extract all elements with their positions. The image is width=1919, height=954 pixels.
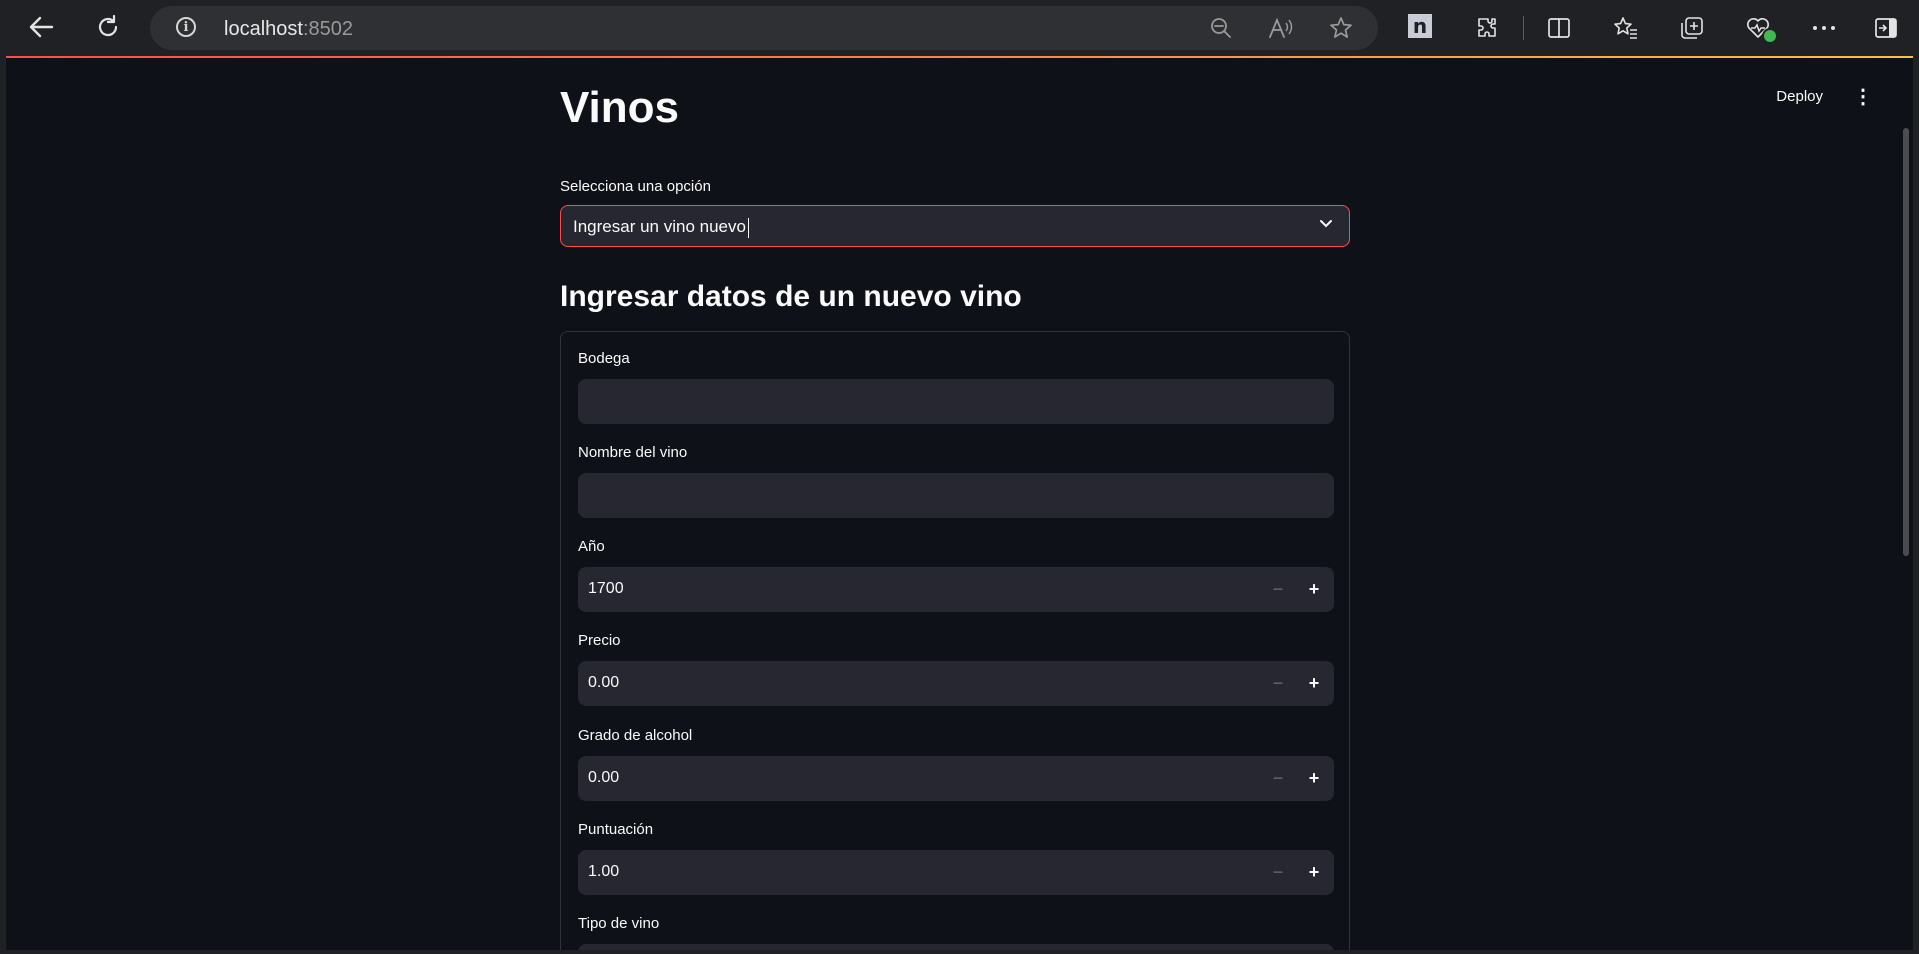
more-icon[interactable] xyxy=(1808,12,1840,44)
scrollbar-thumb[interactable] xyxy=(1903,128,1909,556)
precio-decrement-button[interactable]: − xyxy=(1266,671,1290,695)
app-header: Deploy ⋮ xyxy=(1776,84,1873,109)
alcohol-value[interactable]: 0.00 xyxy=(588,769,619,787)
section-title: Ingresar datos de un nuevo vino xyxy=(560,280,1022,313)
bodega-input[interactable] xyxy=(578,379,1334,424)
puntuacion-value[interactable]: 1.00 xyxy=(588,863,619,881)
page-title: Vinos xyxy=(560,83,680,132)
split-screen-icon[interactable] xyxy=(1543,12,1575,44)
browser-toolbar: i localhost:8502 n xyxy=(0,0,1919,56)
chevron-down-icon[interactable] xyxy=(1319,216,1333,234)
precio-input[interactable]: 0.00 − + xyxy=(578,661,1334,706)
url-text[interactable]: localhost:8502 xyxy=(224,18,353,41)
header-decoration xyxy=(6,56,1913,58)
precio-label: Precio xyxy=(578,632,621,649)
collections-icon[interactable] xyxy=(1676,12,1708,44)
puntuacion-input[interactable]: 1.00 − + xyxy=(578,850,1334,895)
main-menu-icon[interactable]: ⋮ xyxy=(1853,84,1873,109)
puntuacion-decrement-button[interactable]: − xyxy=(1266,860,1290,884)
alcohol-label: Grado de alcohol xyxy=(578,727,693,744)
toolbar-divider xyxy=(1523,16,1524,40)
precio-value[interactable]: 0.00 xyxy=(588,674,619,692)
anio-value[interactable]: 1700 xyxy=(588,580,624,598)
anio-input[interactable]: 1700 − + xyxy=(578,567,1334,612)
select-label: Selecciona una opción xyxy=(560,178,711,195)
nombre-label: Nombre del vino xyxy=(578,444,688,461)
alcohol-increment-button[interactable]: + xyxy=(1302,766,1326,790)
alcohol-decrement-button[interactable]: − xyxy=(1266,766,1290,790)
alcohol-input[interactable]: 0.00 − + xyxy=(578,756,1334,801)
anio-decrement-button[interactable]: − xyxy=(1266,577,1290,601)
select-value: Ingresar un vino nuevo xyxy=(573,217,746,236)
app-viewport: Deploy ⋮ Vinos Selecciona una opción Ing… xyxy=(6,56,1913,950)
puntuacion-label: Puntuación xyxy=(578,821,654,838)
extension-n-icon[interactable]: n xyxy=(1408,14,1432,38)
anio-increment-button[interactable]: + xyxy=(1302,577,1326,601)
text-cursor xyxy=(747,217,749,238)
reload-icon[interactable] xyxy=(91,10,125,44)
back-arrow-icon[interactable] xyxy=(24,10,58,44)
deploy-button[interactable]: Deploy xyxy=(1776,88,1823,105)
zoom-out-icon[interactable] xyxy=(1206,14,1236,42)
puntuacion-increment-button[interactable]: + xyxy=(1302,860,1326,884)
precio-increment-button[interactable]: + xyxy=(1302,671,1326,695)
favorite-star-icon[interactable] xyxy=(1326,14,1356,42)
nombre-input[interactable] xyxy=(578,473,1334,518)
site-info-icon[interactable]: i xyxy=(176,17,196,37)
anio-label: Año xyxy=(578,538,605,555)
favorites-icon[interactable] xyxy=(1610,12,1642,44)
address-bar[interactable]: i localhost:8502 xyxy=(150,6,1378,50)
sidebar-icon[interactable] xyxy=(1870,12,1902,44)
puzzle-icon[interactable] xyxy=(1471,12,1503,44)
read-aloud-icon[interactable] xyxy=(1266,14,1296,42)
status-check-badge xyxy=(1762,28,1778,44)
option-select[interactable]: Ingresar un vino nuevo xyxy=(560,205,1350,247)
tipo-select[interactable] xyxy=(578,944,1334,950)
scrollbar[interactable] xyxy=(1899,56,1913,950)
wine-form: Bodega Nombre del vino Año 1700 − + Prec… xyxy=(560,331,1350,950)
tipo-label: Tipo de vino xyxy=(578,915,660,932)
bodega-label: Bodega xyxy=(578,350,630,367)
